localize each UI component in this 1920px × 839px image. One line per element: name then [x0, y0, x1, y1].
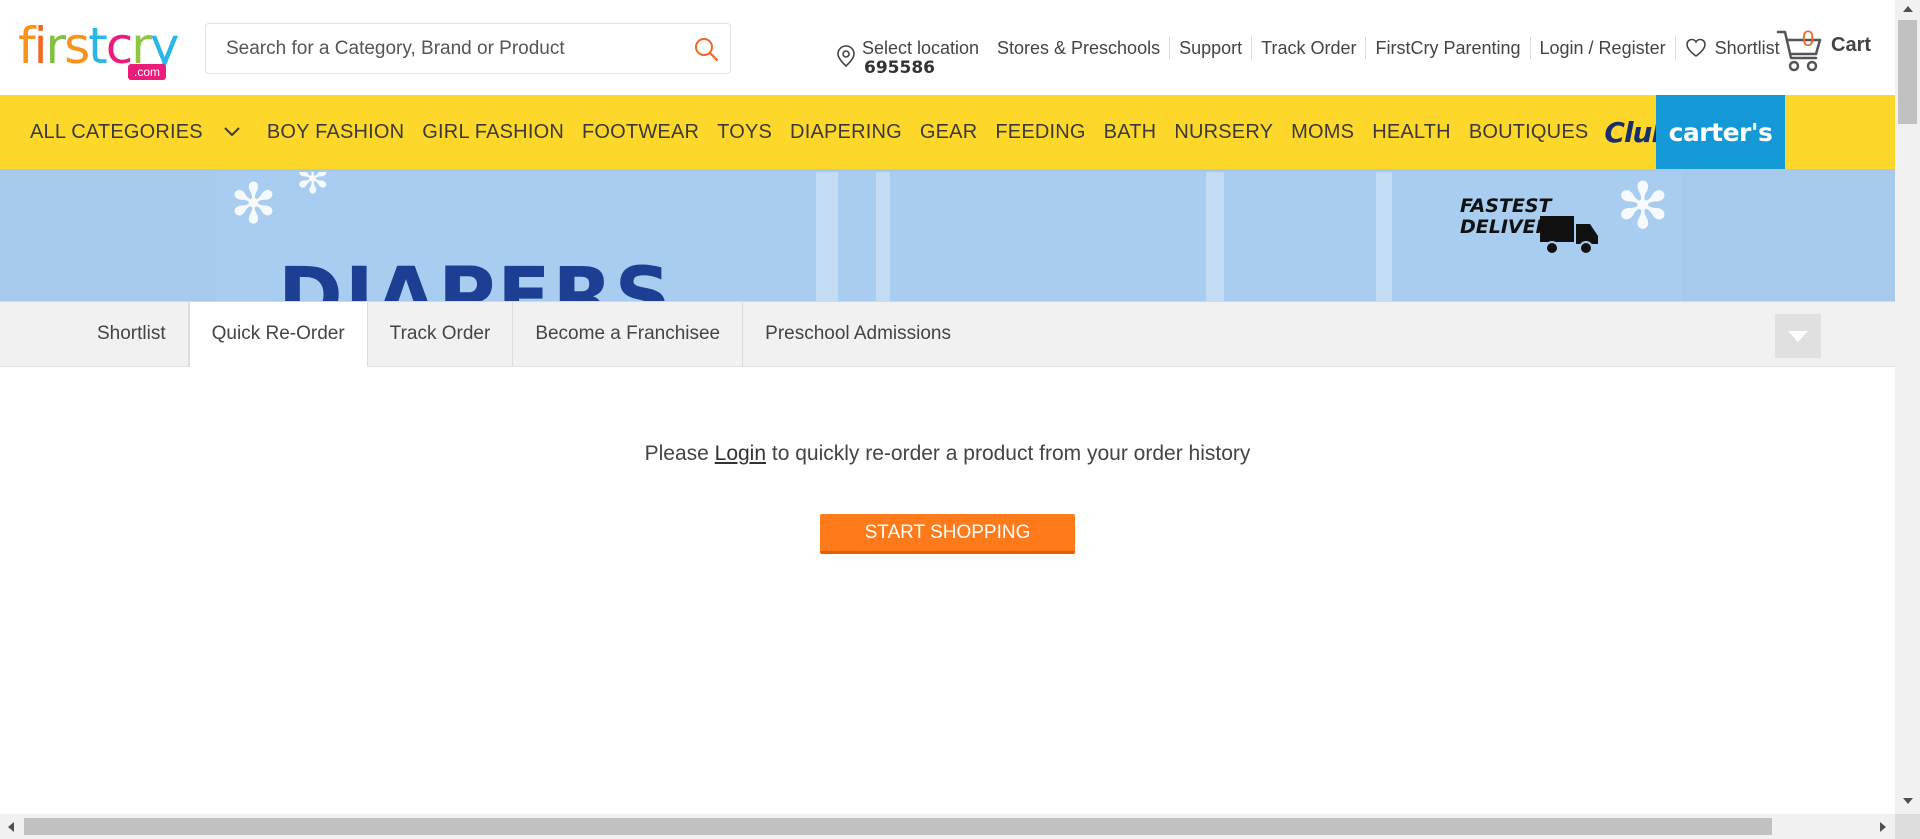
category-nav: ALL CATEGORIES BOY FASHION GIRL FASHION …: [0, 95, 1895, 169]
tab-track-order[interactable]: Track Order: [368, 302, 514, 366]
all-categories-label: ALL CATEGORIES: [30, 120, 203, 143]
search-icon[interactable]: [693, 36, 719, 62]
carters-brand-link[interactable]: carter's: [1656, 95, 1785, 169]
scrollbar-corner: [1895, 814, 1920, 839]
header-shortlist-link[interactable]: Shortlist: [1674, 36, 1789, 60]
search-bar: [205, 23, 731, 74]
nav-moms[interactable]: MOMS: [1291, 121, 1354, 144]
cart-label: Cart: [1831, 34, 1872, 56]
category-nav-items: ALL CATEGORIES BOY FASHION GIRL FASHION …: [30, 95, 1672, 169]
nav-nursery[interactable]: NURSERY: [1174, 121, 1273, 144]
login-link[interactable]: Login: [715, 442, 766, 465]
horizontal-scrollbar[interactable]: [0, 814, 1895, 839]
location-pin-icon[interactable]: [836, 44, 856, 68]
logo-com-badge: .com: [128, 64, 167, 80]
tab-shortlist[interactable]: Shortlist: [75, 302, 189, 366]
nav-gear[interactable]: GEAR: [920, 121, 977, 144]
banner-tree-decoration: [816, 172, 838, 301]
snowflake-icon: ✻: [296, 172, 330, 202]
cart-button[interactable]: 0 Cart: [1776, 26, 1876, 76]
nav-footwear[interactable]: FOOTWEAR: [582, 121, 699, 144]
firstcry-parenting-link[interactable]: FirstCry Parenting: [1365, 36, 1529, 60]
snowflake-icon: ✻: [1616, 172, 1670, 242]
all-categories-menu[interactable]: ALL CATEGORIES: [30, 121, 241, 144]
select-location-link[interactable]: Select location: [862, 38, 979, 59]
banner-title: DIAPERS: [278, 252, 673, 301]
delivery-truck-icon: [1540, 216, 1598, 255]
cart-count-badge: 0: [1802, 26, 1815, 51]
nav-boutiques[interactable]: BOUTIQUES: [1469, 121, 1589, 144]
account-tabs: Shortlist Quick Re-Order Track Order Bec…: [75, 302, 973, 367]
promo-banner[interactable]: ✻ ✻ ✻ DIAPERS FASTEST DELIVERY: [216, 172, 1682, 301]
vertical-scroll-thumb[interactable]: [1898, 20, 1917, 124]
message-prefix: Please: [644, 442, 715, 465]
nav-girl-fashion[interactable]: GIRL FASHION: [422, 121, 564, 144]
location-pincode: 695586: [864, 58, 935, 78]
tab-quick-reorder[interactable]: Quick Re-Order: [188, 302, 368, 367]
tab-become-franchisee[interactable]: Become a Franchisee: [513, 302, 744, 366]
cart-icon: [1776, 30, 1822, 72]
search-input[interactable]: [224, 34, 668, 64]
scroll-left-arrow-icon[interactable]: [8, 822, 14, 832]
header-shortlist-label: Shortlist: [1714, 38, 1780, 58]
nav-bath[interactable]: BATH: [1104, 121, 1157, 144]
scroll-up-arrow-icon[interactable]: [1903, 6, 1913, 12]
tab-preschool-admissions[interactable]: Preschool Admissions: [743, 302, 973, 366]
snowflake-icon: ✻: [230, 172, 277, 235]
scroll-right-arrow-icon[interactable]: [1880, 822, 1886, 832]
nav-feeding[interactable]: FEEDING: [995, 121, 1085, 144]
nav-health[interactable]: HEALTH: [1372, 121, 1451, 144]
horizontal-scroll-thumb[interactable]: [24, 818, 1772, 835]
nav-boy-fashion[interactable]: BOY FASHION: [267, 121, 404, 144]
nav-toys[interactable]: TOYS: [717, 121, 772, 144]
nav-diapering[interactable]: DIAPERING: [790, 121, 902, 144]
stores-preschools-link[interactable]: Stores & Preschools: [988, 36, 1169, 60]
tabs-collapse-toggle[interactable]: [1775, 314, 1821, 358]
message-suffix: to quickly re-order a product from your …: [766, 442, 1251, 465]
heart-icon: [1685, 38, 1706, 57]
banner-tree-decoration: [876, 172, 890, 301]
start-shopping-button[interactable]: START SHOPPING: [820, 514, 1075, 554]
firstcry-logo[interactable]: firstcry .com: [18, 16, 193, 86]
header-links: Stores & Preschools Support Track Order …: [988, 34, 1789, 62]
login-register-link[interactable]: Login / Register: [1529, 36, 1675, 60]
support-link[interactable]: Support: [1169, 36, 1251, 60]
chevron-down-icon: [224, 127, 240, 137]
scroll-down-arrow-icon[interactable]: [1903, 798, 1913, 804]
caret-down-icon: [1788, 331, 1808, 342]
site-header: firstcry .com Select location 695586 Sto…: [0, 0, 1895, 95]
track-order-link[interactable]: Track Order: [1251, 36, 1365, 60]
banner-tree-decoration: [1206, 172, 1224, 301]
reorder-login-message: Please Login to quickly re-order a produ…: [0, 442, 1895, 466]
banner-tree-decoration: [1376, 172, 1392, 301]
account-tabs-bar: Shortlist Quick Re-Order Track Order Bec…: [0, 301, 1895, 367]
vertical-scrollbar[interactable]: [1895, 0, 1920, 814]
